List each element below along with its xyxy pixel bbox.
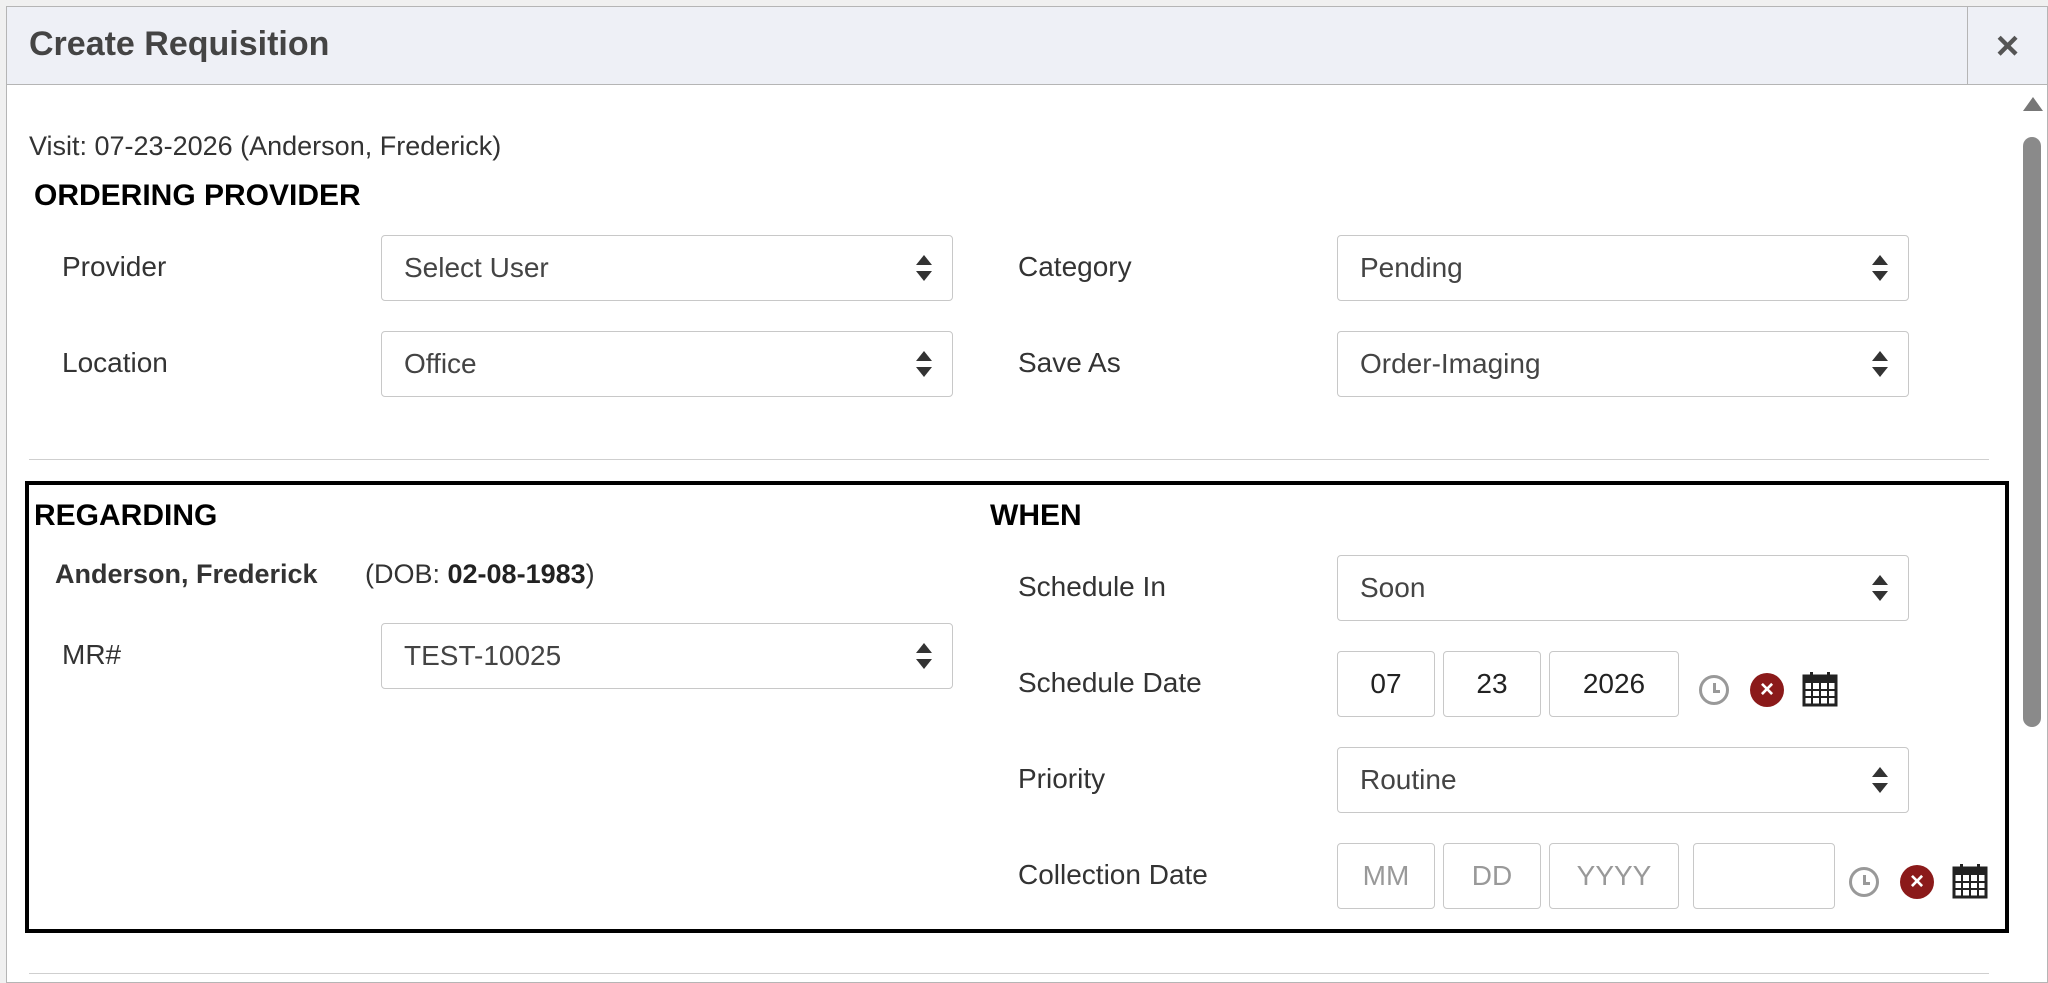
calendar-icon[interactable] — [1802, 671, 1838, 707]
visit-info: Visit: 07-23-2026 (Anderson, Frederick) — [29, 131, 502, 161]
collection-date-year-input[interactable] — [1549, 843, 1679, 909]
clock-icon[interactable] — [1699, 675, 1729, 705]
location-select-value: Office — [404, 348, 477, 379]
schedule-in-select[interactable]: Soon — [1337, 555, 1909, 621]
collection-time-input[interactable] — [1693, 843, 1835, 909]
schedule-date-label: Schedule Date — [1018, 667, 1202, 698]
priority-select-value: Routine — [1360, 764, 1457, 795]
collection-date-month-input[interactable] — [1337, 843, 1435, 909]
regarding-heading: REGARDING — [34, 499, 218, 532]
provider-label: Provider — [62, 251, 167, 282]
clear-icon[interactable]: × — [1900, 865, 1934, 899]
select-arrows-icon — [916, 351, 932, 377]
scroll-up-arrow-icon[interactable] — [2023, 97, 2043, 111]
select-arrows-icon — [1872, 575, 1888, 601]
vertical-scrollbar[interactable] — [2021, 97, 2043, 982]
collection-date-label: Collection Date — [1018, 859, 1208, 890]
create-requisition-dialog: Create Requisition × Visit: 07-23-2026 (… — [6, 6, 2048, 983]
save-as-select-value: Order-Imaging — [1360, 348, 1541, 379]
priority-label: Priority — [1018, 763, 1106, 794]
clock-icon[interactable] — [1849, 867, 1879, 897]
save-as-select[interactable]: Order-Imaging — [1337, 331, 1909, 397]
when-heading: WHEN — [990, 499, 1082, 532]
category-select[interactable]: Pending — [1337, 235, 1909, 301]
select-arrows-icon — [1872, 351, 1888, 377]
schedule-date-year-input[interactable] — [1549, 651, 1679, 717]
schedule-date-day-input[interactable] — [1443, 651, 1541, 717]
category-select-value: Pending — [1360, 252, 1463, 283]
section-divider — [29, 973, 1989, 974]
schedule-in-select-value: Soon — [1360, 572, 1426, 603]
select-arrows-icon — [916, 643, 932, 669]
select-arrows-icon — [1872, 767, 1888, 793]
dob-suffix: ) — [585, 559, 595, 589]
select-arrows-icon — [916, 255, 932, 281]
mr-select-value: TEST-10025 — [404, 640, 562, 671]
schedule-date-month-input[interactable] — [1337, 651, 1435, 717]
dob-prefix: (DOB: — [365, 559, 448, 589]
schedule-in-label: Schedule In — [1018, 571, 1166, 602]
patient-name: Anderson, Frederick — [55, 559, 318, 589]
save-as-label: Save As — [1018, 347, 1121, 378]
dialog-title: Create Requisition — [29, 25, 330, 63]
patient-dob: (DOB: 02-08-1983) — [365, 559, 595, 590]
dialog-header: Create Requisition × — [7, 7, 2047, 85]
dob-value: 02-08-1983 — [447, 559, 586, 589]
provider-select-value: Select User — [404, 252, 549, 283]
collection-date-day-input[interactable] — [1443, 843, 1541, 909]
close-button[interactable]: × — [1967, 7, 2047, 85]
section-divider — [29, 459, 1989, 460]
category-label: Category — [1018, 251, 1132, 282]
location-select[interactable]: Office — [381, 331, 953, 397]
provider-select[interactable]: Select User — [381, 235, 953, 301]
close-icon: × — [1995, 23, 2020, 68]
location-label: Location — [62, 347, 168, 378]
scroll-thumb[interactable] — [2023, 137, 2041, 727]
priority-select[interactable]: Routine — [1337, 747, 1909, 813]
calendar-icon[interactable] — [1952, 863, 1988, 899]
clear-icon[interactable]: × — [1750, 673, 1784, 707]
ordering-provider-heading: ORDERING PROVIDER — [34, 179, 361, 212]
select-arrows-icon — [1872, 255, 1888, 281]
mr-label: MR# — [62, 639, 122, 670]
mr-select[interactable]: TEST-10025 — [381, 623, 953, 689]
